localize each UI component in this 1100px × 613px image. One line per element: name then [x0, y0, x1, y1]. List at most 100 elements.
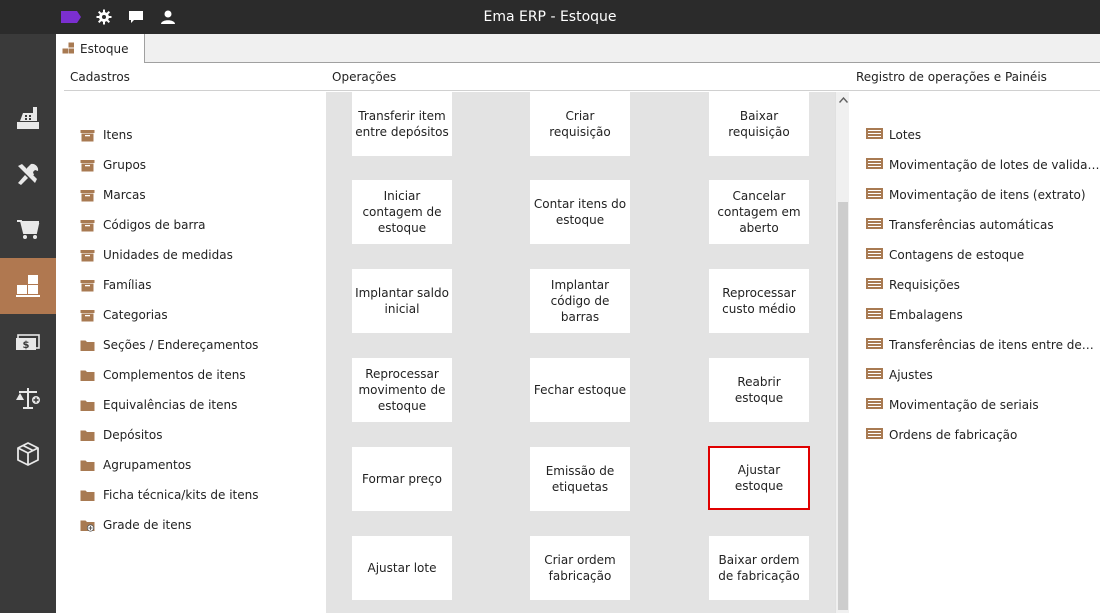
operation-button[interactable]: Fechar estoque	[530, 358, 630, 422]
rail-accounting[interactable]	[0, 370, 56, 426]
tab-strip: Estoque	[56, 34, 1100, 63]
registro-item[interactable]: Contagens de estoque	[866, 240, 1100, 270]
registro-item[interactable]: Ordens de fabricação	[866, 420, 1100, 450]
cadastro-label: Depósitos	[103, 428, 163, 442]
cadastro-label: Agrupamentos	[103, 458, 192, 472]
registro-item[interactable]: Ajustes	[866, 360, 1100, 390]
operation-button[interactable]: Reprocessar movimento de estoque	[352, 358, 452, 422]
operation-button[interactable]: Cancelar contagem em aberto	[709, 180, 809, 244]
registro-item[interactable]: Transferências automáticas	[866, 210, 1100, 240]
list-icon	[866, 128, 883, 142]
cadastro-item[interactable]: Agrupamentos	[80, 450, 259, 480]
cadastro-item[interactable]: Grupos	[80, 150, 259, 180]
registro-label: Movimentação de lotes de validade	[889, 158, 1100, 172]
registro-label: Embalagens	[889, 308, 963, 322]
folder-icon	[80, 399, 95, 412]
tab-estoque[interactable]: Estoque	[56, 34, 145, 63]
cadastro-label: Unidades de medidas	[103, 248, 233, 262]
cadastro-label: Ficha técnica/kits de itens	[103, 488, 259, 502]
registro-label: Transferências de itens entre depósi...	[889, 338, 1100, 352]
operation-button[interactable]: Ajustar lote	[352, 536, 452, 600]
registro-item[interactable]: Movimentação de itens (extrato)	[866, 180, 1100, 210]
registro-item[interactable]: Movimentação de lotes de validade	[866, 150, 1100, 180]
operations-scrollbar[interactable]	[835, 92, 849, 613]
cadastro-item[interactable]: Códigos de barra	[80, 210, 259, 240]
operation-button[interactable]: Transferir item entre depósitos	[352, 92, 452, 156]
registro-item[interactable]: Transferências de itens entre depósi...	[866, 330, 1100, 360]
folder-icon	[80, 339, 95, 352]
operations-panel: Transferir item entre depósitos Criar re…	[326, 92, 835, 613]
operation-button[interactable]: Reabrir estoque	[709, 358, 809, 422]
chevron-up-icon[interactable]	[836, 94, 850, 106]
rail-finance[interactable]: $	[0, 314, 56, 370]
operation-button[interactable]: Reprocessar custo médio	[709, 269, 809, 333]
operation-button[interactable]: Iniciar contagem de estoque	[352, 180, 452, 244]
folder-icon	[80, 369, 95, 382]
list-icon	[866, 398, 883, 412]
folder-plus-icon	[80, 519, 95, 532]
operation-button[interactable]: Baixar requisição	[709, 92, 809, 156]
balance-scale-icon	[16, 388, 40, 409]
registro-item[interactable]: Requisições	[866, 270, 1100, 300]
cadastro-item[interactable]: Seções / Endereçamentos	[80, 330, 259, 360]
list-icon	[866, 428, 883, 442]
cadastros-list: Itens Grupos Marcas Códigos de barra Uni…	[80, 120, 259, 540]
cadastro-label: Equivalências de itens	[103, 398, 238, 412]
registro-label: Lotes	[889, 128, 922, 142]
stock-boxes-icon	[62, 42, 74, 54]
rail-pdv[interactable]	[0, 90, 56, 146]
cadastro-item[interactable]: Categorias	[80, 300, 259, 330]
cadastro-item[interactable]: Itens	[80, 120, 259, 150]
registro-item[interactable]: Movimentação de seriais	[866, 390, 1100, 420]
cart-icon	[17, 220, 40, 239]
rail-production[interactable]	[0, 426, 56, 482]
registro-item[interactable]: Lotes	[866, 120, 1100, 150]
section-operacoes-title: Operações	[332, 70, 397, 84]
rail-sales[interactable]	[0, 202, 56, 258]
cadastro-item[interactable]: Grade de itens	[80, 510, 259, 540]
cadastro-label: Seções / Endereçamentos	[103, 338, 259, 352]
operation-button[interactable]: Formar preço	[352, 447, 452, 511]
registro-label: Ordens de fabricação	[889, 428, 1018, 442]
operation-button[interactable]: Baixar ordem de fabricação	[709, 536, 809, 600]
ajustar-estoque-button[interactable]: Ajustar estoque	[708, 446, 810, 510]
operation-button[interactable]: Criar requisição	[530, 92, 630, 156]
cadastro-label: Marcas	[103, 188, 146, 202]
registro-label: Contagens de estoque	[889, 248, 1025, 262]
box-icon	[80, 249, 95, 262]
scrollbar-thumb[interactable]	[838, 202, 848, 610]
operation-button[interactable]: Contar itens do estoque	[530, 180, 630, 244]
cadastro-item[interactable]: Marcas	[80, 180, 259, 210]
svg-text:$: $	[23, 340, 30, 351]
box-icon	[80, 159, 95, 172]
box-icon	[80, 189, 95, 202]
cadastro-item[interactable]: Equivalências de itens	[80, 390, 259, 420]
cadastro-item[interactable]: Depósitos	[80, 420, 259, 450]
list-icon	[866, 218, 883, 232]
cadastro-label: Itens	[103, 128, 133, 142]
registro-label: Movimentação de itens (extrato)	[889, 188, 1086, 202]
operation-button[interactable]: Implantar código de barras	[530, 269, 630, 333]
list-icon	[866, 278, 883, 292]
registro-item[interactable]: Embalagens	[866, 300, 1100, 330]
registro-label: Requisições	[889, 278, 960, 292]
cadastro-label: Grupos	[103, 158, 147, 172]
operation-button[interactable]: Emissão de etiquetas	[530, 447, 630, 511]
operation-button[interactable]: Implantar saldo inicial	[352, 269, 452, 333]
registro-label: Ajustes	[889, 368, 933, 382]
money-icon: $	[16, 334, 40, 351]
list-icon	[866, 338, 883, 352]
module-rail: $	[0, 34, 56, 613]
cadastro-item[interactable]: Famílias	[80, 270, 259, 300]
cadastro-item[interactable]: Complementos de itens	[80, 360, 259, 390]
registro-list: Lotes Movimentação de lotes de validade …	[866, 120, 1100, 450]
stock-boxes-icon	[16, 275, 40, 297]
list-icon	[866, 188, 883, 202]
list-icon	[866, 158, 883, 172]
operation-button[interactable]: Criar ordem fabricação	[530, 536, 630, 600]
rail-services[interactable]	[0, 146, 56, 202]
cadastro-item[interactable]: Unidades de medidas	[80, 240, 259, 270]
rail-stock[interactable]	[0, 258, 56, 314]
box-icon	[80, 309, 95, 322]
cadastro-item[interactable]: Ficha técnica/kits de itens	[80, 480, 259, 510]
